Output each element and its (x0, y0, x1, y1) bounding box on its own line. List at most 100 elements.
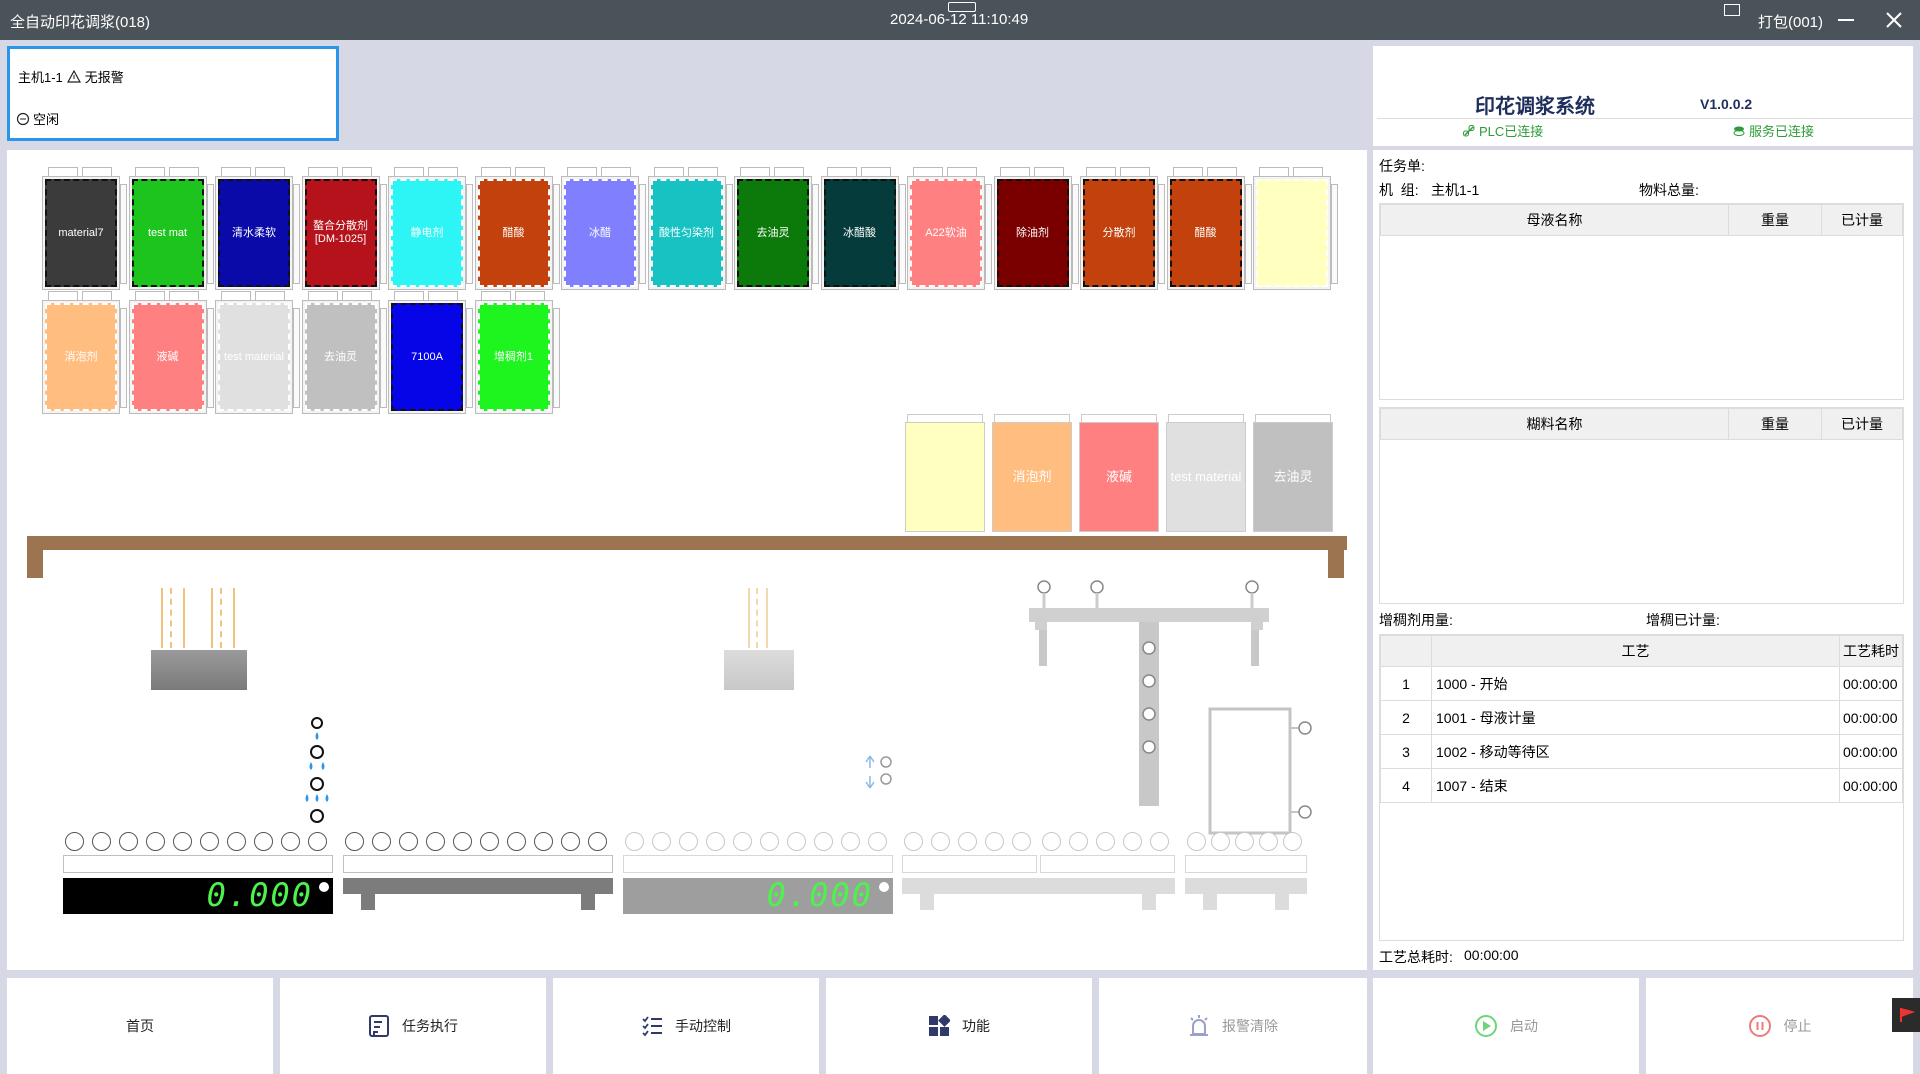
dye-bin[interactable]: 除油剂 (993, 164, 1082, 290)
conveyor-roller (904, 832, 923, 851)
dye-bin[interactable]: 螯合分散剂[DM-1025] (301, 164, 390, 290)
grid-icon (928, 1015, 950, 1037)
table-row[interactable]: 2 1001 - 母液计量 00:00:00 (1380, 700, 1903, 735)
row-no: 1 (1380, 666, 1432, 701)
conveyor-roller (625, 832, 644, 851)
task-title: 任务单: (1379, 158, 1425, 174)
dye-bin-label: test mat (131, 179, 204, 287)
work-table-5 (1185, 878, 1307, 914)
conveyor-roller (1259, 832, 1278, 851)
row-time: 00:00:00 (1839, 700, 1903, 735)
table-row[interactable]: 1 1000 - 开始 00:00:00 (1380, 666, 1903, 701)
dye-bin[interactable]: 清水柔软 (215, 164, 303, 290)
warning-icon (66, 70, 81, 83)
dye-bin[interactable]: 去油灵 (734, 164, 822, 290)
start-label: 启动 (1510, 1018, 1538, 1034)
conveyor-roller (1235, 832, 1254, 851)
function-button[interactable]: 功能 (826, 978, 1092, 1074)
dye-bin[interactable]: 醋酸 (1166, 164, 1255, 290)
conveyor-roller (679, 832, 698, 851)
scale-1-reading: 0.000 (206, 876, 313, 914)
dye-bin[interactable]: 醋酸 (474, 164, 563, 290)
flag-icon[interactable] (1892, 998, 1920, 1032)
dye-bin[interactable]: 去油灵 (301, 288, 390, 414)
handle-icon[interactable] (948, 2, 976, 12)
window-icon[interactable] (1724, 4, 1740, 16)
dye-bin[interactable]: test material (215, 288, 303, 414)
system-name: 印花调浆系统 (1475, 96, 1595, 118)
table-row[interactable]: 4 1007 - 结束 00:00:00 (1380, 768, 1903, 803)
dye-bin[interactable]: 7100A (388, 288, 476, 414)
pause-icon (1748, 1014, 1772, 1038)
dye-bin-label: A22软油 (910, 179, 982, 287)
link-icon (1463, 124, 1475, 136)
app-title: 全自动印花调浆(018) (10, 14, 151, 31)
stop-label: 停止 (1783, 1018, 1812, 1034)
paste-bin[interactable]: 去油灵 (1253, 422, 1333, 532)
stop-button[interactable]: 停止 (1646, 978, 1913, 1074)
conveyor-roller (254, 832, 273, 851)
dye-bin[interactable]: material7 (42, 164, 130, 290)
conveyor-roller (92, 832, 111, 851)
machine-label: 机 组: (1379, 182, 1419, 198)
dye-bin[interactable]: 酸性匀染剂 (647, 164, 736, 290)
conveyor-roller (841, 832, 860, 851)
datetime: 2024-06-12 11:10:49 (890, 11, 1029, 28)
row-step: 1001 - 母液计量 (1431, 700, 1840, 735)
task-execute-button[interactable]: 任务执行 (280, 978, 546, 1074)
machine-status-panel[interactable]: 主机1-1 无报警 空闲 (7, 46, 339, 141)
material-total-label: 物料总量: (1639, 182, 1699, 198)
manual-list-icon (641, 1015, 663, 1037)
scale-2: 0.000 (623, 876, 893, 914)
conveyor-roller (1042, 832, 1061, 851)
dye-bin[interactable]: 冰醋酸 (820, 164, 909, 290)
conveyor-roller (200, 832, 219, 851)
dye-bin[interactable]: 分散剂 (1080, 164, 1168, 290)
dye-bin-label: 去油灵 (304, 303, 377, 411)
dye-bin-label: 分散剂 (1083, 179, 1155, 287)
conveyor-roller (814, 832, 833, 851)
version: V1.0.0.2 (1700, 96, 1753, 112)
minimize-icon[interactable] (1832, 6, 1860, 34)
conveyor-section-3 (623, 855, 893, 873)
alarm-clear-label: 报警清除 (1222, 1018, 1278, 1034)
dye-bin[interactable]: 冰醋 (561, 164, 649, 290)
table-row[interactable]: 3 1002 - 移动等待区 00:00:00 (1380, 734, 1903, 769)
alarm-clear-button[interactable]: 报警清除 (1099, 978, 1367, 1074)
paste-bin[interactable] (905, 422, 985, 532)
paste-bin[interactable]: 液碱 (1079, 422, 1159, 532)
conveyor-roller (119, 832, 138, 851)
start-button[interactable]: 启动 (1373, 978, 1639, 1074)
paste-bin[interactable]: test material (1166, 422, 1246, 532)
dye-bin[interactable]: 静电剂 (388, 164, 476, 290)
row-time: 00:00:00 (1839, 734, 1903, 769)
lift-indicator (865, 755, 892, 789)
home-button[interactable]: 首页 (7, 978, 273, 1074)
idle-icon (16, 112, 30, 125)
row-no: 3 (1380, 734, 1432, 769)
close-icon[interactable] (1880, 6, 1908, 34)
conveyor-roller (1283, 832, 1302, 851)
task-list-icon (368, 1014, 390, 1038)
work-table-2 (343, 878, 613, 914)
manual-control-button[interactable]: 手动控制 (553, 978, 819, 1074)
dye-bin[interactable]: 消泡剂 (42, 288, 130, 414)
col-paste-name: 糊料名称 (1380, 408, 1729, 440)
dye-bin[interactable]: 液碱 (128, 288, 217, 414)
col-process: 工艺 (1431, 635, 1840, 667)
conveyor-roller (227, 832, 246, 851)
dye-bin[interactable]: test mat (128, 164, 217, 290)
work-table-4 (902, 878, 1175, 914)
conveyor-roller (146, 832, 165, 851)
paste-bin[interactable]: 消泡剂 (992, 422, 1072, 532)
conveyor-roller (561, 832, 580, 851)
scale-2-reading: 0.000 (766, 876, 873, 914)
conveyor-roller (534, 832, 553, 851)
mother-liquor-table: 母液名称 重量 已计量 (1379, 203, 1904, 400)
user-name[interactable]: 打包(001) (1758, 11, 1823, 32)
dye-bin[interactable] (1253, 164, 1341, 290)
rail-leg-right (1328, 550, 1344, 578)
dye-bin[interactable]: A22软油 (907, 164, 995, 290)
dye-bin[interactable]: 增稠剂1 (474, 288, 563, 414)
dosing-head-1 (151, 588, 247, 690)
